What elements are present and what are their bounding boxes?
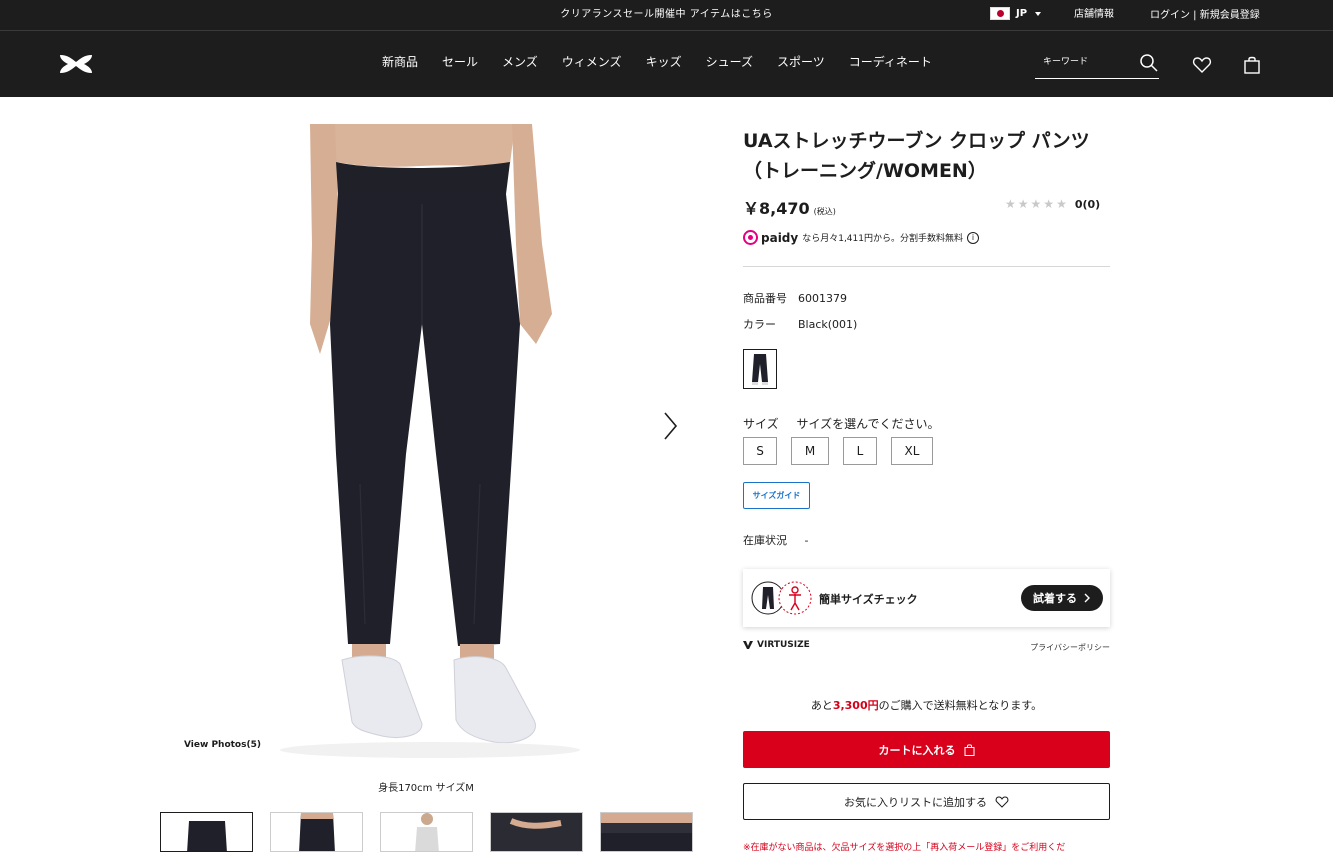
size-button-m[interactable]: M — [791, 437, 829, 465]
size-label-row: サイズ サイズを選んでください。 — [743, 415, 940, 432]
virtusize-widget: 簡単サイズチェック 試着する — [743, 569, 1110, 627]
model-size-caption: 身長170cm サイズM — [378, 783, 474, 794]
japan-flag-icon — [990, 7, 1010, 20]
star-icon: ★ — [1056, 197, 1067, 211]
thumbnail-1[interactable] — [160, 812, 253, 852]
stock-label: 在庫状況 — [743, 534, 787, 547]
chevron-down-icon — [1035, 11, 1042, 16]
product-title-line2: （トレーニング/WOMEN） — [743, 160, 987, 182]
thumbnail-2[interactable] — [270, 812, 363, 852]
paidy-text: なら月々1,411円から。分割手数料無料 — [802, 234, 963, 244]
login-register-link[interactable]: ログイン | 新規会員登録 — [1150, 6, 1260, 21]
nav-item-mens[interactable]: メンズ — [502, 53, 538, 70]
chevron-right-icon — [1084, 593, 1090, 603]
shopping-bag-icon — [964, 743, 974, 756]
nav-item-sports[interactable]: スポーツ — [777, 53, 825, 70]
try-on-button[interactable]: 試着する — [1021, 585, 1103, 611]
size-options: S M L XL — [743, 437, 933, 465]
shipping-amount: 3,300円 — [832, 699, 879, 712]
shopping-bag-icon[interactable] — [1242, 55, 1262, 75]
under-armour-logo-icon[interactable] — [58, 53, 94, 75]
paidy-logo: paidy — [743, 230, 798, 245]
color-row: カラー Black(001) — [743, 316, 857, 332]
thumbnail-image — [161, 813, 252, 851]
paidy-installment-info: paidy なら月々1,411円から。分割手数料無料 i — [743, 230, 979, 245]
tax-note: (税込) — [813, 207, 836, 216]
virtusize-v-icon — [743, 641, 753, 649]
nav-item-new[interactable]: 新商品 — [382, 53, 418, 70]
chevron-right-icon[interactable] — [659, 410, 681, 442]
rating-count: 0(0) — [1074, 197, 1101, 211]
star-icon: ★ — [1030, 197, 1042, 211]
virtusize-logo: VIRTUSIZE — [743, 640, 810, 650]
size-label: サイズ — [743, 417, 779, 431]
size-button-l[interactable]: L — [843, 437, 877, 465]
rating-summary[interactable]: ★ ★ ★ ★ ★ 0(0) — [1005, 197, 1100, 211]
search-box — [1035, 49, 1159, 79]
store-info-link[interactable]: 店舗情報 — [1074, 5, 1114, 20]
thumbnail-image — [601, 813, 692, 851]
info-icon[interactable]: i — [967, 231, 979, 244]
product-main-image[interactable] — [160, 124, 692, 764]
promo-link[interactable]: クリアランスセール開催中 アイテムはこちら — [0, 5, 1333, 20]
size-check-icons — [751, 581, 812, 615]
paidy-mark-icon — [743, 230, 758, 245]
free-shipping-message: あと3,300円のご購入で送料無料となります。 — [810, 699, 1043, 712]
thumbnail-image — [381, 813, 472, 851]
divider — [743, 266, 1110, 267]
restock-notice: ※在庫がない商品は、欠品サイズを選択の上「再入荷メール登録」をご利用くだ — [743, 843, 1066, 852]
privacy-policy-link[interactable]: プライバシーポリシー — [1010, 642, 1110, 653]
size-check-label: 簡単サイズチェック — [819, 593, 918, 606]
nav-item-coordinate[interactable]: コーディネート — [849, 53, 932, 70]
star-icon: ★ — [1043, 197, 1055, 211]
favorites-heart-icon[interactable] — [1192, 55, 1212, 75]
main-nav: 新商品 セール メンズ ウィメンズ キッズ シューズ スポーツ コーディネート — [382, 53, 956, 70]
nav-item-shoes[interactable]: シューズ — [706, 53, 753, 70]
product-title-line1: UAストレッチウーブン クロップ パンツ — [743, 130, 1090, 152]
size-button-s[interactable]: S — [743, 437, 777, 465]
product-price: ￥8,470 (税込) — [743, 195, 836, 219]
thumbnail-4[interactable] — [490, 812, 583, 852]
search-icon[interactable] — [1139, 53, 1159, 73]
announcement-bar: クリアランスセール開催中 アイテムはこちら JP 店舗情報 ログイン | 新規会… — [0, 0, 1333, 30]
thumbnail-image — [271, 813, 362, 851]
price-value: ￥8,470 — [743, 199, 810, 218]
star-icon: ★ — [1017, 197, 1029, 211]
search-input[interactable] — [1043, 57, 1133, 67]
nav-item-kids[interactable]: キッズ — [646, 53, 682, 70]
product-number-label: 商品番号 — [743, 292, 787, 305]
view-photos-link[interactable]: View Photos(5) — [184, 740, 261, 750]
nav-item-womens[interactable]: ウィメンズ — [562, 53, 622, 70]
size-button-xl[interactable]: XL — [891, 437, 933, 465]
add-to-wishlist-button[interactable]: お気に入りリストに追加する — [743, 783, 1110, 820]
star-icon: ★ — [1005, 197, 1016, 211]
thumbnail-3[interactable] — [380, 812, 473, 852]
locale-label: JP — [1016, 8, 1028, 19]
color-value: Black(001) — [798, 318, 858, 331]
product-number-value: 6001379 — [798, 292, 847, 305]
locale-selector[interactable]: JP — [990, 7, 1042, 20]
product-title: UAストレッチウーブン クロップ パンツ （トレーニング/WOMEN） — [743, 126, 1123, 186]
thumbnail-image — [491, 813, 582, 851]
add-to-cart-button[interactable]: カートに入れる — [743, 731, 1110, 768]
stock-status: 在庫状況 - — [743, 532, 808, 548]
stock-value: - — [804, 534, 809, 547]
size-prompt: サイズを選んでください。 — [796, 417, 940, 431]
color-label: カラー — [743, 318, 776, 331]
product-number-row: 商品番号 6001379 — [743, 290, 847, 306]
site-header: 新商品 セール メンズ ウィメンズ キッズ シューズ スポーツ コーディネート — [0, 30, 1333, 97]
heart-icon — [995, 795, 1009, 808]
nav-item-sale[interactable]: セール — [442, 53, 478, 70]
swatch-image — [752, 354, 768, 385]
color-swatch-black[interactable] — [743, 349, 777, 389]
thumbnail-strip — [160, 812, 693, 852]
size-guide-button[interactable]: サイズガイド — [743, 482, 810, 509]
thumbnail-5[interactable] — [600, 812, 693, 852]
